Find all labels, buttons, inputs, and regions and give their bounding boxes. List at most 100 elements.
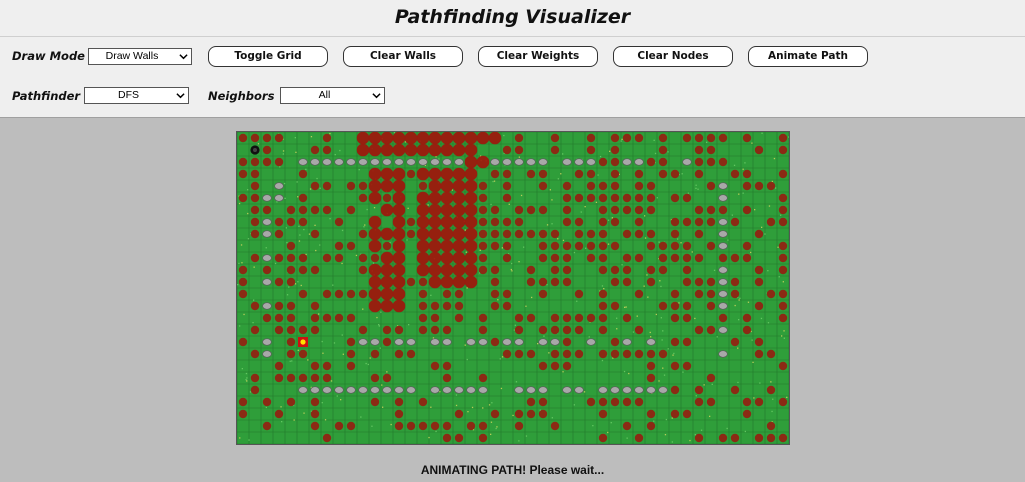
title-bar: Pathfinding Visualizer (0, 0, 1025, 37)
visited-node-icon (646, 241, 656, 251)
visited-node-icon (346, 205, 356, 215)
visited-node-icon (298, 265, 308, 275)
clear-walls-button[interactable]: Clear Walls (343, 46, 463, 67)
visited-node-icon (778, 433, 788, 443)
pathfinding-grid[interactable] (236, 131, 790, 445)
visited-node-icon (682, 241, 692, 251)
path-node-icon (440, 167, 454, 181)
animate-path-button[interactable]: Animate Path (748, 46, 868, 67)
visited-node-icon (418, 277, 428, 287)
visited-node-icon (778, 313, 788, 323)
path-node-icon (380, 287, 394, 301)
visited-node-icon (430, 301, 440, 311)
visited-node-icon (346, 181, 356, 191)
visited-node-icon (610, 157, 620, 167)
path-node-icon (464, 203, 478, 217)
chevron-down-icon (372, 93, 381, 99)
visited-node-icon (502, 289, 512, 299)
path-node-icon (464, 155, 478, 169)
rock-wall-icon (718, 326, 728, 334)
visited-node-icon (742, 133, 752, 143)
visited-node-icon (442, 289, 452, 299)
visited-node-icon (538, 205, 548, 215)
visited-node-icon (394, 349, 404, 359)
toolbar: Draw Mode Draw Walls Toggle Grid Clear W… (0, 37, 1025, 118)
visited-node-icon (394, 421, 404, 431)
visited-node-icon (298, 289, 308, 299)
visited-node-icon (478, 229, 488, 239)
visited-node-icon (706, 277, 716, 287)
path-node-icon (392, 299, 406, 313)
grid-canvas[interactable] (237, 132, 789, 444)
visited-node-icon (538, 289, 548, 299)
rock-wall-icon (322, 158, 332, 166)
visited-node-icon (550, 421, 560, 431)
clear-nodes-button[interactable]: Clear Nodes (613, 46, 733, 67)
rock-wall-icon (718, 278, 728, 286)
path-node-icon (416, 167, 430, 181)
visited-node-icon (574, 241, 584, 251)
visited-node-icon (274, 325, 284, 335)
rock-wall-icon (622, 338, 632, 346)
path-node-icon (440, 227, 454, 241)
visited-node-icon (310, 325, 320, 335)
visited-node-icon (610, 181, 620, 191)
visited-node-icon (694, 289, 704, 299)
rock-wall-icon (598, 386, 608, 394)
rock-wall-icon (298, 158, 308, 166)
visited-node-icon (322, 361, 332, 371)
visited-node-icon (586, 145, 596, 155)
path-node-icon (404, 132, 418, 145)
visited-node-icon (646, 229, 656, 239)
path-node-icon (464, 132, 478, 145)
visited-node-icon (322, 289, 332, 299)
visited-node-icon (778, 265, 788, 275)
visited-node-icon (442, 421, 452, 431)
visited-node-icon (538, 169, 548, 179)
visited-node-icon (274, 253, 284, 263)
pathfinder-select[interactable]: DFS (84, 87, 189, 104)
visited-node-icon (478, 217, 488, 227)
path-node-icon (488, 132, 502, 145)
start-node-center (300, 339, 306, 345)
visited-node-icon (706, 217, 716, 227)
visited-node-icon (706, 133, 716, 143)
visited-node-icon (598, 397, 608, 407)
visited-node-icon (310, 205, 320, 215)
neighbors-select[interactable]: All (280, 87, 385, 104)
visited-node-icon (634, 217, 644, 227)
visited-node-icon (250, 193, 260, 203)
visited-node-icon (562, 325, 572, 335)
visited-node-icon (682, 217, 692, 227)
rock-wall-icon (262, 230, 272, 238)
toggle-grid-button[interactable]: Toggle Grid (208, 46, 328, 67)
visited-node-icon (490, 337, 500, 347)
visited-node-icon (346, 337, 356, 347)
draw-mode-select[interactable]: Draw Walls (88, 48, 192, 65)
visited-node-icon (562, 241, 572, 251)
visited-node-icon (562, 217, 572, 227)
visited-node-icon (334, 421, 344, 431)
visited-node-icon (670, 337, 680, 347)
rock-wall-icon (382, 158, 392, 166)
visited-node-icon (490, 301, 500, 311)
visited-node-icon (538, 277, 548, 287)
rock-wall-icon (454, 386, 464, 394)
visited-node-icon (358, 265, 368, 275)
visited-node-icon (778, 145, 788, 155)
visited-node-icon (766, 181, 776, 191)
visited-node-icon (274, 409, 284, 419)
visited-node-icon (622, 265, 632, 275)
visited-node-icon (658, 301, 668, 311)
visited-node-icon (694, 157, 704, 167)
visited-node-icon (526, 265, 536, 275)
visited-node-icon (490, 289, 500, 299)
clear-weights-button[interactable]: Clear Weights (478, 46, 598, 67)
visited-node-icon (478, 265, 488, 275)
path-node-icon (392, 275, 406, 289)
rock-wall-icon (514, 338, 524, 346)
visited-node-icon (622, 421, 632, 431)
rock-wall-icon (310, 158, 320, 166)
visited-node-icon (286, 301, 296, 311)
path-node-icon (380, 227, 394, 241)
